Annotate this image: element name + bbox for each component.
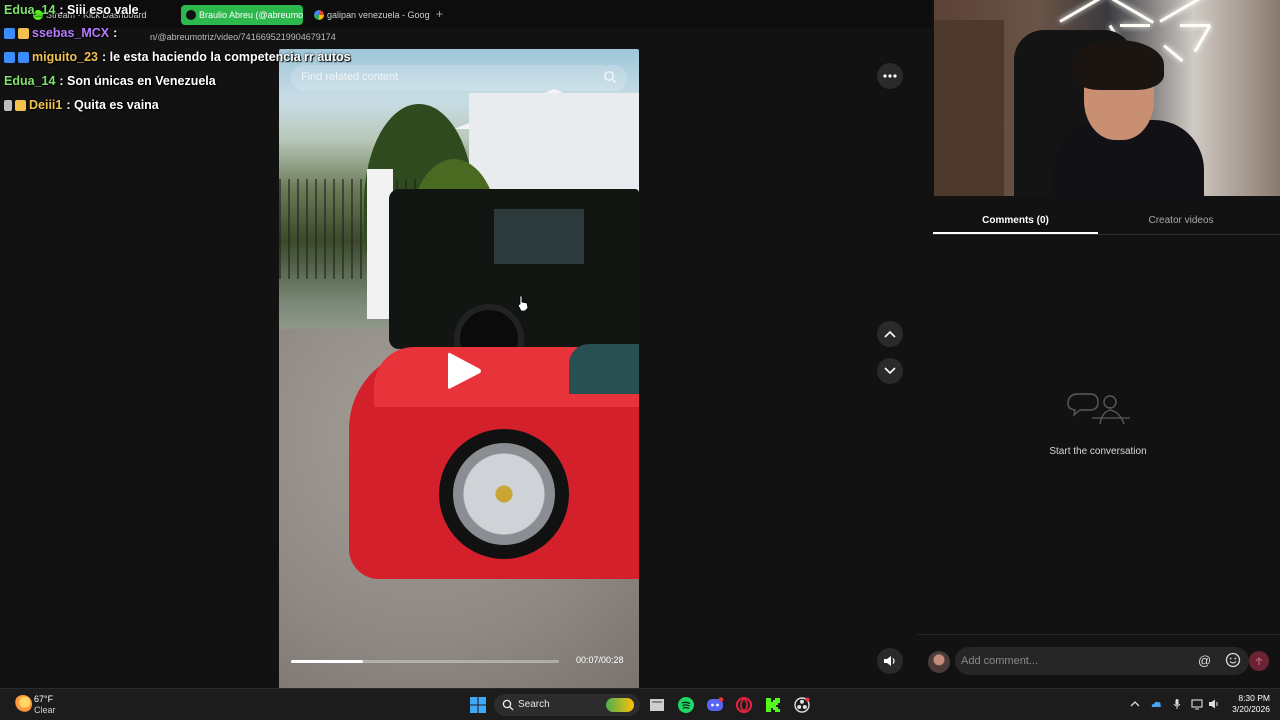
volume-icon bbox=[884, 656, 895, 666]
clock-date: 3/20/2026 bbox=[1232, 704, 1270, 714]
next-video-button[interactable] bbox=[877, 358, 903, 384]
chevron-down-icon bbox=[884, 367, 896, 375]
comment-placeholder: Add comment... bbox=[961, 655, 1039, 667]
avatar[interactable] bbox=[928, 651, 950, 673]
verified-badge-icon bbox=[4, 27, 15, 39]
chat-text: : Quita es vaina bbox=[66, 98, 159, 112]
search-highlight-icon bbox=[606, 698, 634, 712]
new-tab-button[interactable]: + bbox=[436, 7, 443, 21]
comment-input[interactable]: Add comment... @ bbox=[955, 647, 1249, 675]
chat-username: Edua_14 bbox=[4, 3, 56, 17]
chat-username: ssebas_MCX bbox=[32, 26, 110, 40]
chat-message: miguito_23 : le esta haciendo la compete… bbox=[4, 47, 351, 67]
taskbar: 67°F Clear Search 8:30 PM 3/20/2026 bbox=[0, 688, 1280, 720]
chat-message: Edua_14 : Son únicas en Venezuela bbox=[4, 71, 216, 91]
chat-message: Deiii1 : Quita es vaina bbox=[4, 95, 159, 115]
search-icon bbox=[502, 699, 514, 711]
tab-tiktok[interactable]: Braulio Abreu (@abreumo bbox=[181, 5, 303, 25]
obs-icon[interactable] bbox=[792, 695, 812, 715]
tab-label: Braulio Abreu (@abreumo bbox=[199, 10, 303, 20]
send-comment-button[interactable] bbox=[1249, 651, 1269, 671]
chevron-up-icon[interactable] bbox=[1129, 698, 1141, 710]
sub-badge-icon bbox=[18, 51, 29, 63]
video-progress-bar[interactable] bbox=[291, 660, 559, 663]
panel-tabs: Comments (0) Creator videos bbox=[932, 208, 1280, 236]
emoji-icon[interactable] bbox=[1225, 652, 1241, 668]
weather-icon[interactable] bbox=[14, 695, 32, 713]
crown-badge-icon bbox=[15, 99, 26, 111]
tab-label: galipan venezuela - Goog bbox=[327, 10, 430, 20]
tiktok-icon bbox=[186, 10, 196, 20]
chat-username: Edua_14 bbox=[4, 74, 56, 88]
chat-username: Deiii1 bbox=[29, 98, 63, 112]
microphone-icon[interactable] bbox=[1171, 698, 1183, 710]
chat-text: : Siii eso vale bbox=[59, 3, 139, 17]
search-icon[interactable] bbox=[603, 70, 617, 84]
video-player[interactable]: Find related content 00:07/00:28 bbox=[279, 49, 639, 689]
gifter-badge-icon bbox=[4, 99, 12, 111]
weather-temperature: 67°F bbox=[34, 694, 54, 704]
chat-message: ssebas_MCX : bbox=[4, 23, 117, 43]
opera-icon[interactable] bbox=[734, 695, 754, 715]
chat-text: : bbox=[113, 26, 118, 40]
arrow-up-icon bbox=[1255, 657, 1263, 665]
clock-time: 8:30 PM bbox=[1238, 693, 1270, 703]
play-icon[interactable] bbox=[444, 349, 484, 393]
tab-divider bbox=[932, 234, 1280, 235]
related-search-placeholder: Find related content bbox=[301, 71, 399, 83]
empty-comments-text: Start the conversation bbox=[1049, 446, 1147, 457]
chat-text: : Son únicas en Venezuela bbox=[59, 74, 216, 88]
url-text: n/@abreumotriz/video/7416695219904679174 bbox=[150, 32, 336, 42]
webcam-feed bbox=[934, 0, 1280, 196]
file-explorer-icon[interactable] bbox=[647, 695, 667, 715]
volume-button[interactable] bbox=[877, 648, 903, 674]
taskbar-search-label: Search bbox=[518, 699, 550, 710]
chevron-up-icon bbox=[884, 330, 896, 338]
video-time: 00:07/00:28 bbox=[576, 655, 624, 665]
comment-bar: Add comment... @ bbox=[917, 634, 1280, 688]
tab-comments[interactable]: Comments (0) bbox=[933, 208, 1098, 234]
weather-condition: Clear bbox=[34, 705, 56, 715]
browser-tab-bar: Stream - Kick Dashboard Braulio Abreu (@… bbox=[0, 0, 932, 28]
speaker-icon[interactable] bbox=[1208, 698, 1220, 710]
windows-start-icon[interactable] bbox=[468, 695, 488, 715]
crown-badge-icon bbox=[18, 27, 29, 39]
spotify-icon[interactable] bbox=[676, 695, 696, 715]
more-options-button[interactable] bbox=[877, 63, 903, 89]
previous-video-button[interactable] bbox=[877, 321, 903, 347]
verified-badge-icon bbox=[4, 51, 15, 63]
cloud-icon[interactable] bbox=[1150, 698, 1162, 710]
taskbar-search[interactable]: Search bbox=[494, 694, 640, 716]
display-icon[interactable] bbox=[1191, 698, 1203, 710]
chat-username: miguito_23 bbox=[32, 50, 98, 64]
screen: Stream - Kick Dashboard Braulio Abreu (@… bbox=[0, 0, 1280, 720]
discord-icon[interactable] bbox=[705, 695, 725, 715]
tab-google[interactable]: galipan venezuela - Goog bbox=[309, 5, 431, 25]
mention-button[interactable]: @ bbox=[1198, 653, 1211, 668]
empty-comments-icon bbox=[1067, 393, 1130, 425]
more-icon bbox=[883, 74, 897, 78]
hand-cursor-icon bbox=[517, 295, 529, 311]
address-bar[interactable]: n/@abreumotriz/video/7416695219904679174 bbox=[0, 28, 932, 46]
chat-message: Edua_14 : Siii eso vale bbox=[4, 0, 139, 20]
kick-icon[interactable] bbox=[763, 695, 783, 715]
related-search-input[interactable]: Find related content bbox=[291, 65, 627, 91]
system-clock[interactable]: 8:30 PM 3/20/2026 bbox=[1226, 693, 1270, 715]
chat-text: : le esta haciendo la competencia rr aut… bbox=[102, 50, 351, 64]
google-icon bbox=[314, 10, 324, 20]
video-progress-fill bbox=[291, 660, 364, 663]
tab-creator-videos[interactable]: Creator videos bbox=[1098, 208, 1264, 234]
